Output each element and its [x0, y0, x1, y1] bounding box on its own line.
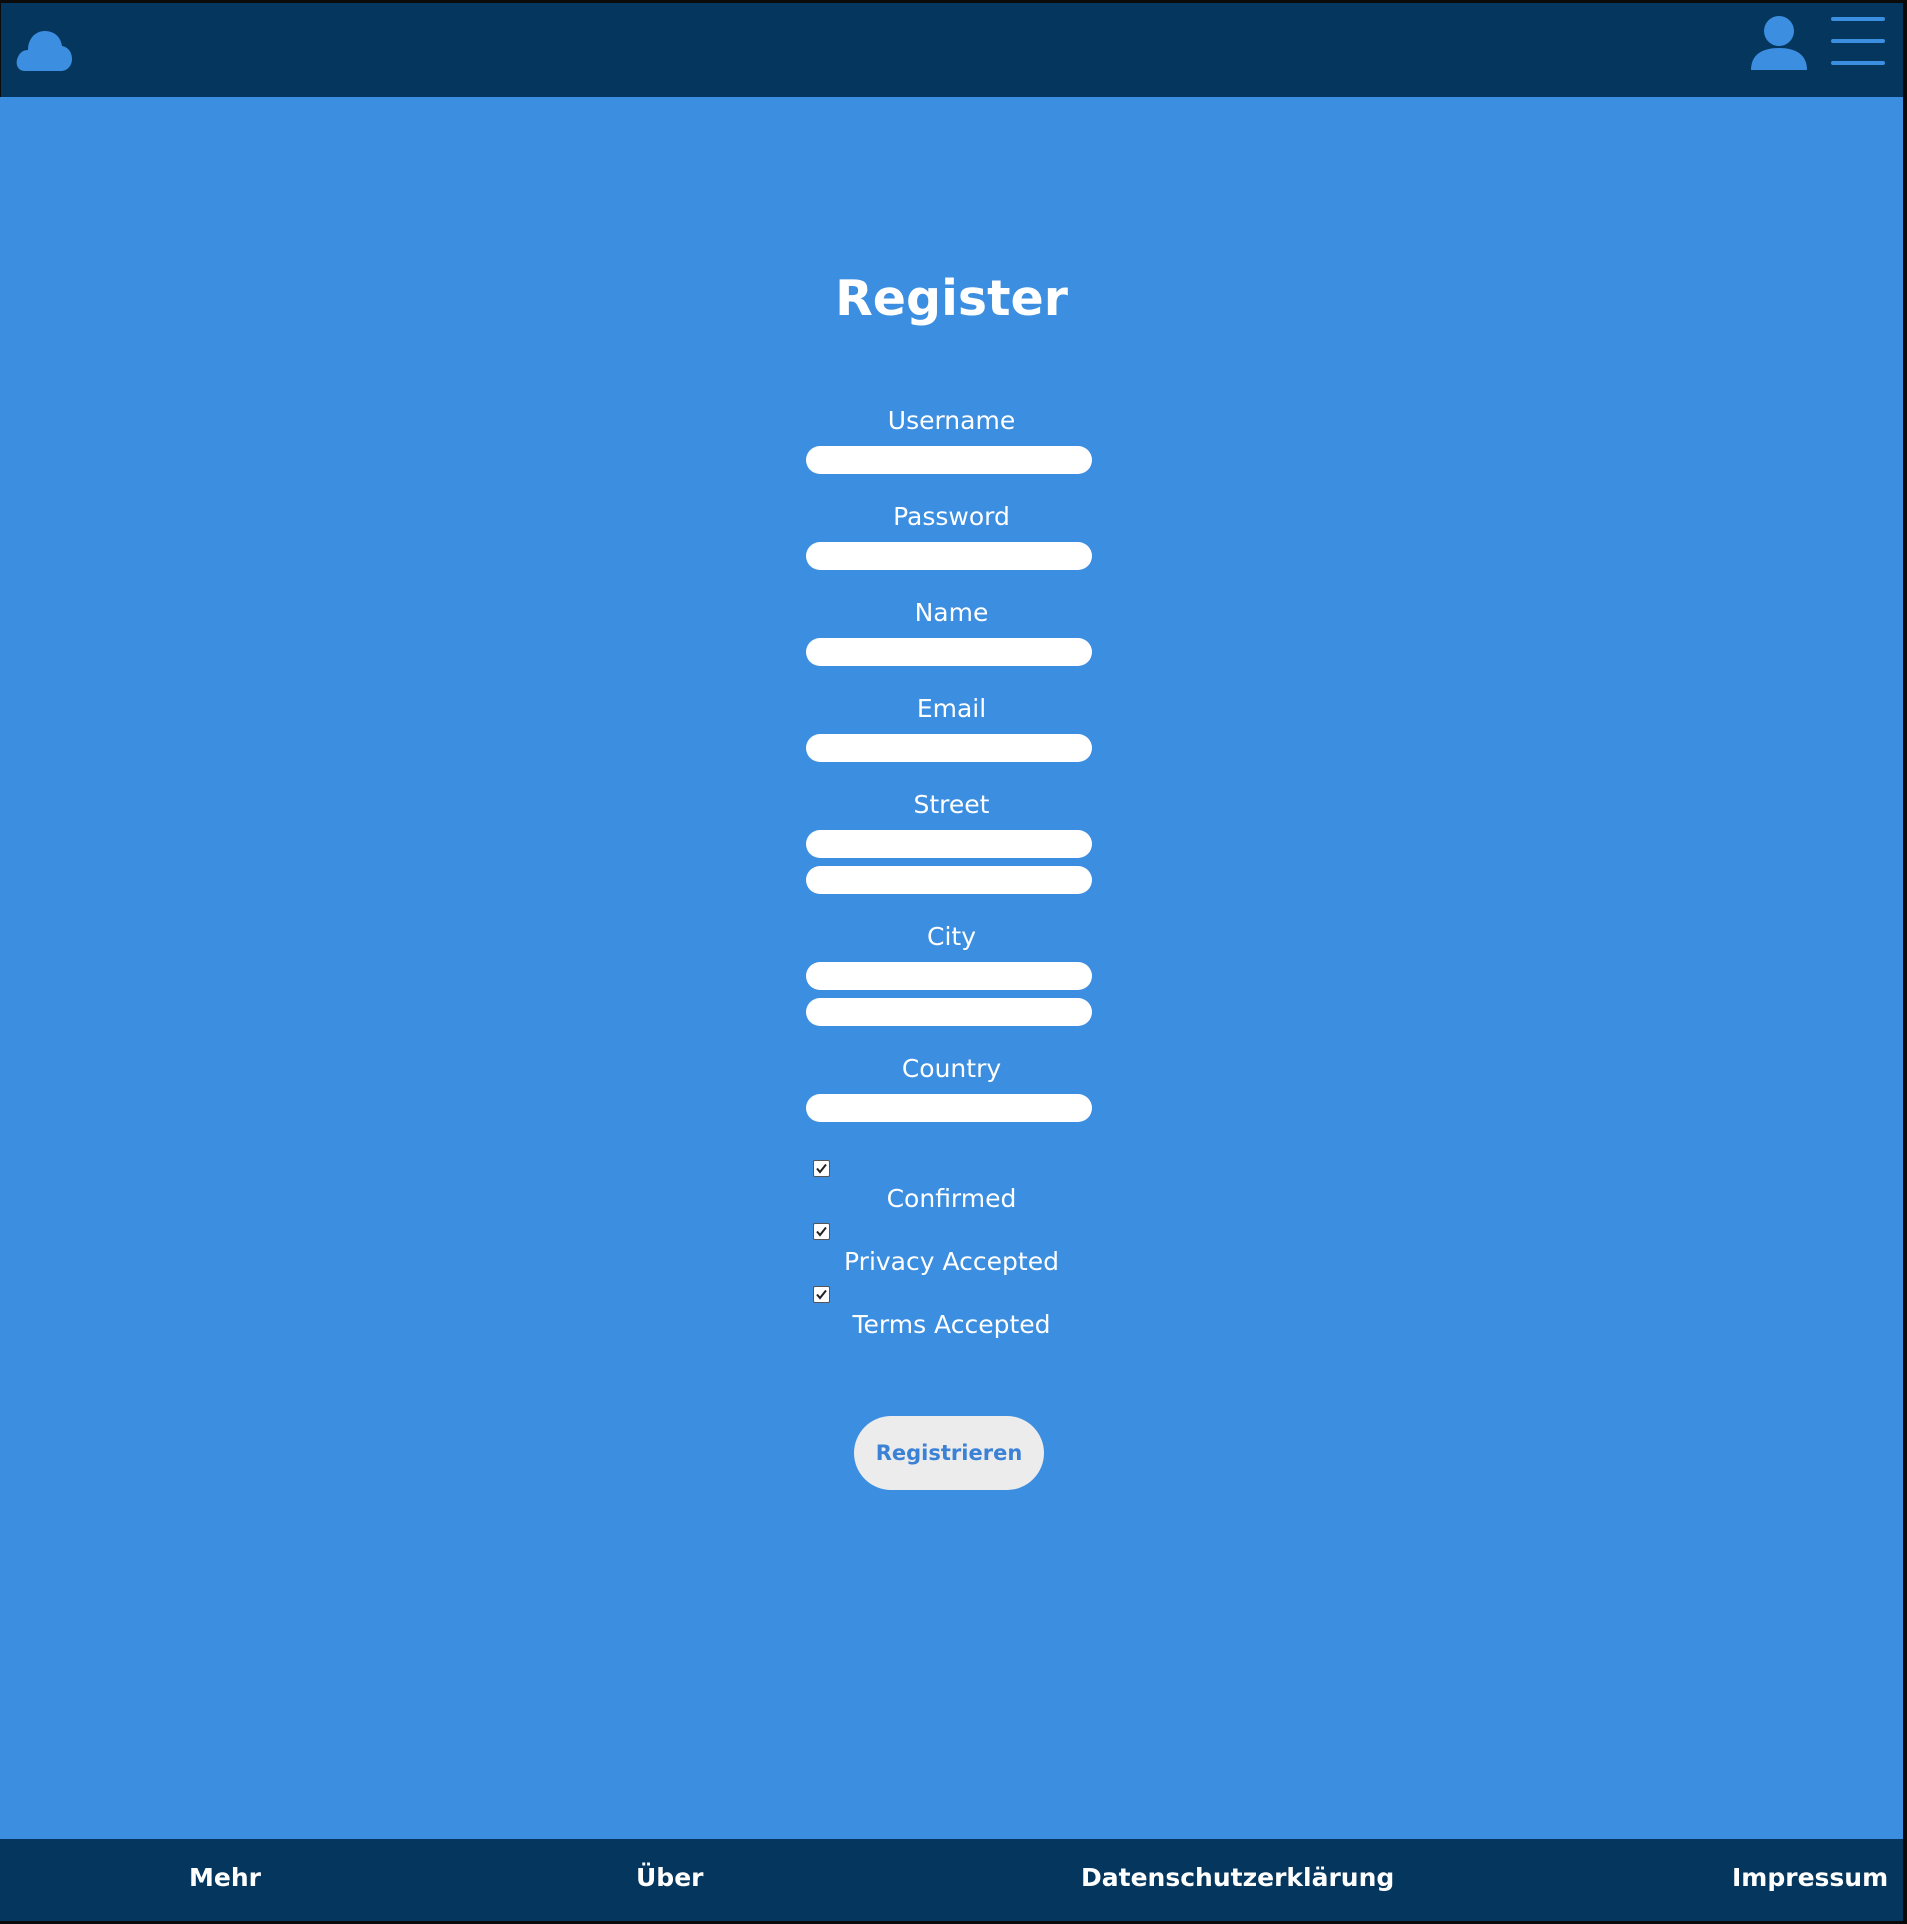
confirmed-label: Confirmed [886, 1184, 1017, 1213]
email-label: Email [916, 694, 987, 723]
privacy-accepted-label: Privacy Accepted [844, 1247, 1059, 1276]
username-field[interactable] [806, 446, 1092, 474]
privacy-accepted-checkbox[interactable] [813, 1223, 830, 1240]
page-title: Register [835, 270, 1068, 327]
user-icon[interactable] [1749, 14, 1809, 70]
name-label: Name [914, 598, 989, 627]
city-field-line1[interactable] [806, 962, 1092, 990]
country-field[interactable] [806, 1094, 1092, 1122]
app-viewport: Register Username Password Name Email St… [0, 0, 1903, 1921]
top-navbar [0, 0, 1903, 97]
hamburger-menu-icon[interactable] [1831, 15, 1885, 69]
city-field-line2[interactable] [806, 998, 1092, 1026]
password-field[interactable] [806, 542, 1092, 570]
terms-accepted-label: Terms Accepted [852, 1310, 1051, 1339]
street-field-line1[interactable] [806, 830, 1092, 858]
register-submit-button[interactable]: Registrieren [854, 1416, 1044, 1490]
cloud-icon[interactable] [15, 19, 73, 73]
footer-link-impressum[interactable]: Impressum [1732, 1863, 1888, 1892]
name-field[interactable] [806, 638, 1092, 666]
terms-accepted-checkbox[interactable] [813, 1286, 830, 1303]
street-label: Street [913, 790, 990, 819]
footer-bar: Mehr Über Datenschutzerklärung Impressum [0, 1839, 1903, 1921]
footer-link-ueber[interactable]: Über [636, 1863, 703, 1892]
street-field-line2[interactable] [806, 866, 1092, 894]
confirmed-checkbox[interactable] [813, 1160, 830, 1177]
username-label: Username [887, 406, 1016, 435]
country-label: Country [901, 1054, 1002, 1083]
footer-link-datenschutz[interactable]: Datenschutzerklärung [1081, 1863, 1394, 1892]
email-field[interactable] [806, 734, 1092, 762]
password-label: Password [893, 502, 1010, 531]
city-label: City [927, 922, 976, 951]
footer-link-mehr[interactable]: Mehr [189, 1863, 261, 1892]
